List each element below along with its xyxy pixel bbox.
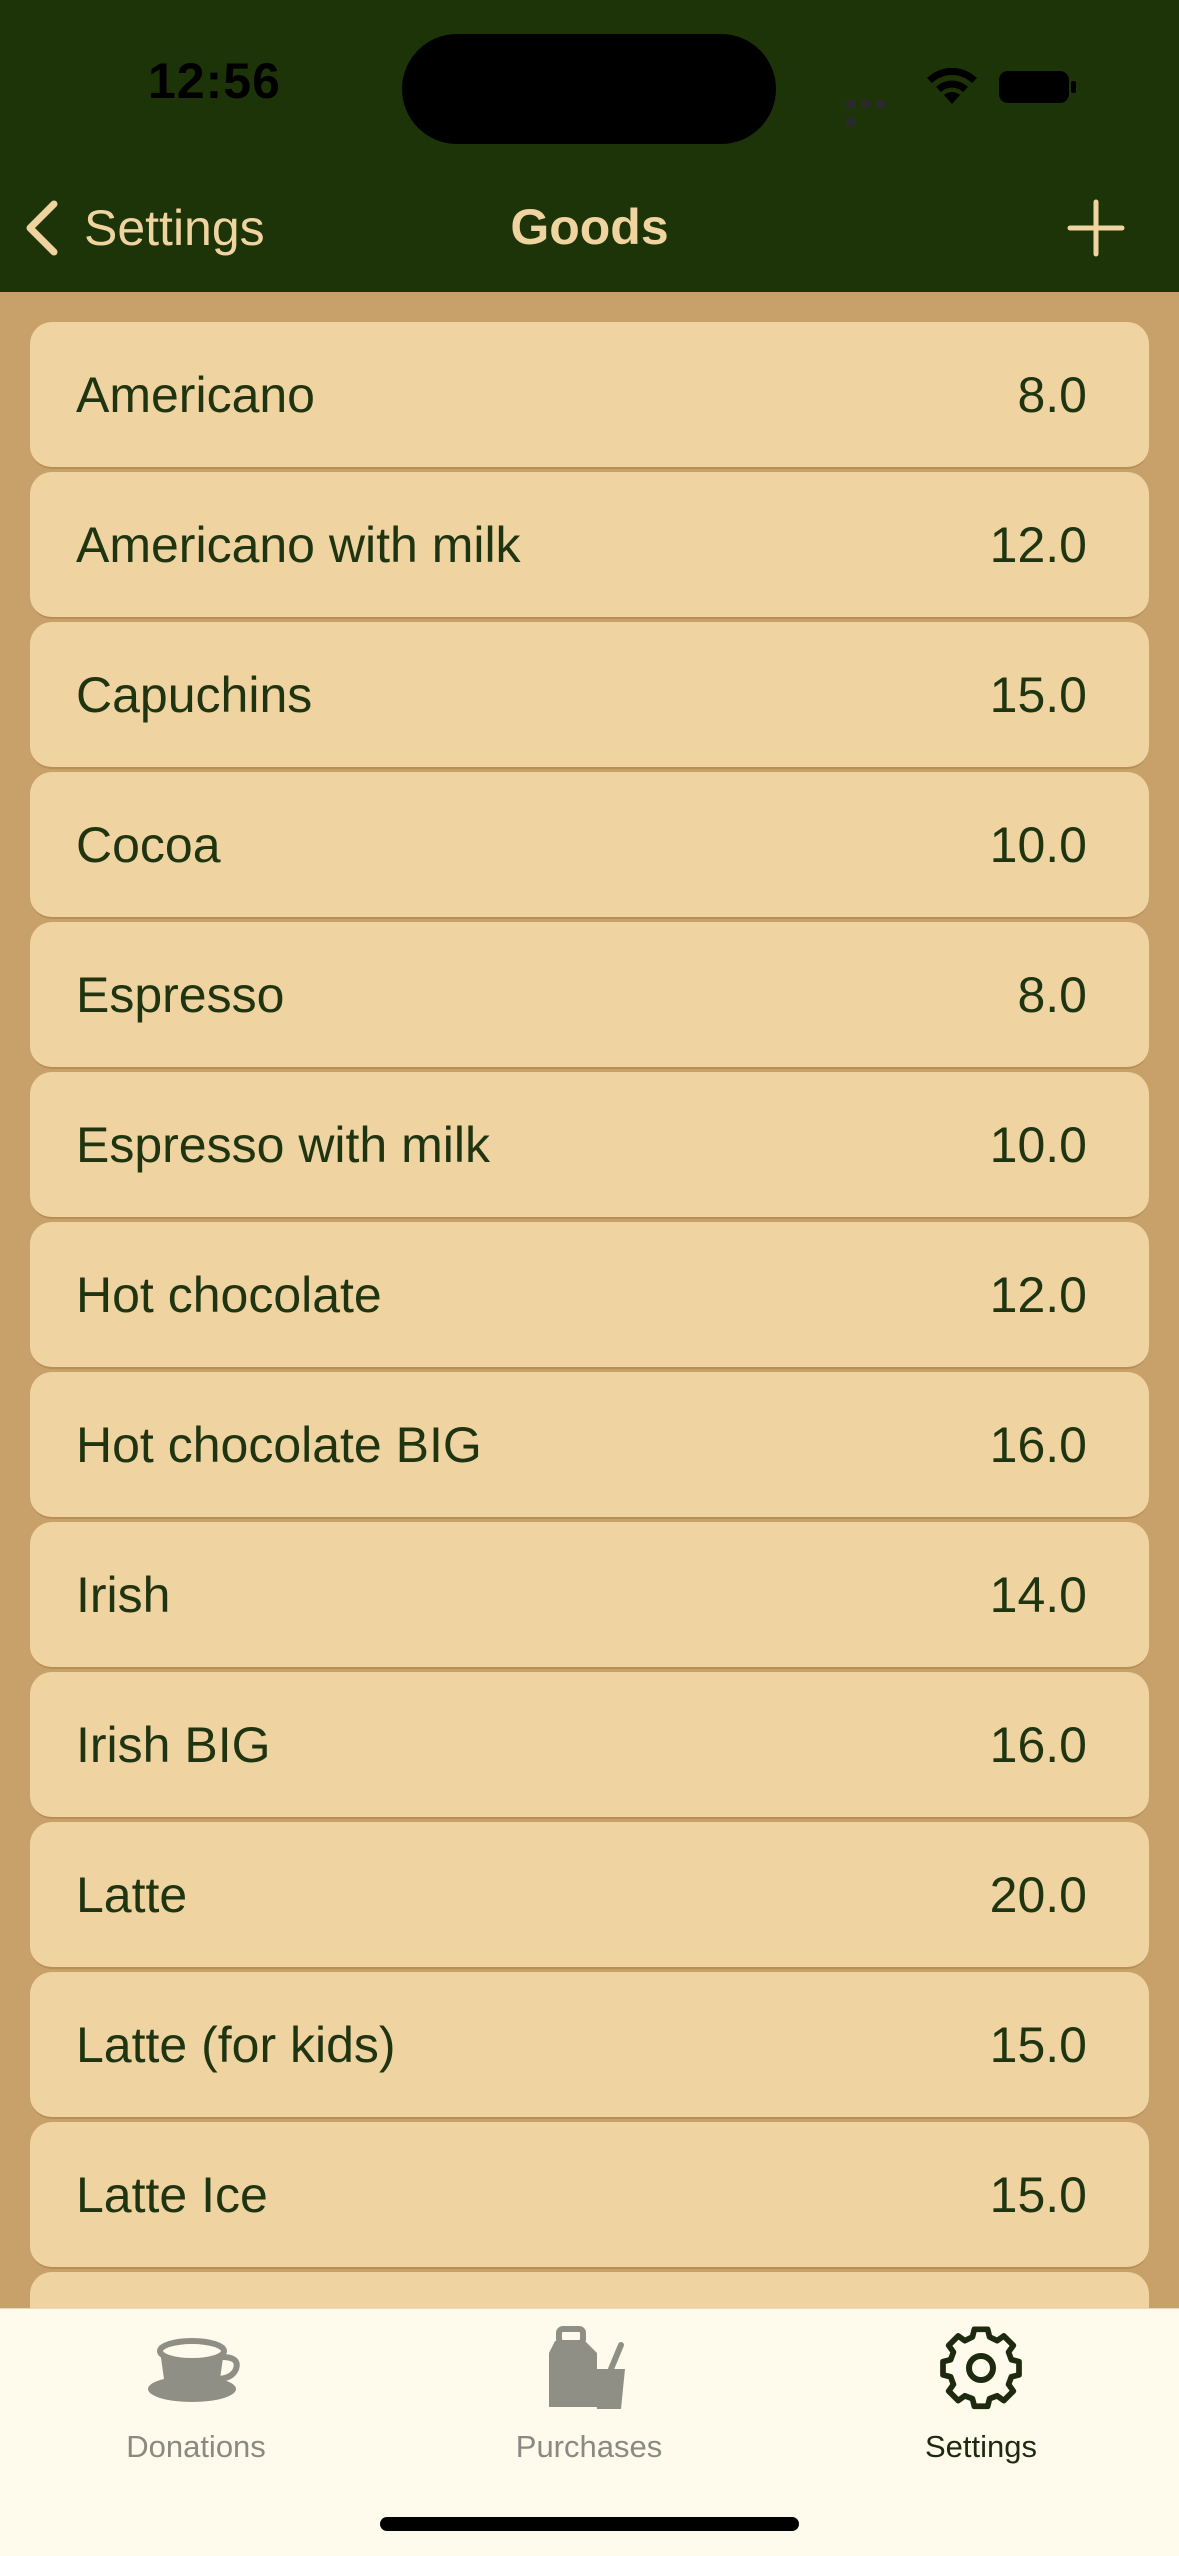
tab-settings[interactable]: Settings <box>851 2309 1111 2479</box>
dynamic-island <box>402 34 776 144</box>
tab-bar: Donations Purchases Settings <box>0 2308 1179 2556</box>
goods-item[interactable]: Americano with milk 12.0 <box>30 472 1149 619</box>
goods-list: Americano 8.0 Americano with milk 12.0 C… <box>30 322 1149 2422</box>
goods-item-price: 14.0 <box>989 1566 1087 1623</box>
tab-purchases[interactable]: Purchases <box>459 2309 719 2479</box>
goods-item-name: Cocoa <box>76 816 221 873</box>
goods-item[interactable]: Cocoa 10.0 <box>30 772 1149 919</box>
goods-item[interactable]: Espresso with milk 10.0 <box>30 1072 1149 1219</box>
status-time: 12:56 <box>148 53 281 109</box>
goods-item[interactable]: Latte 20.0 <box>30 1822 1149 1969</box>
cellular-signal-icon <box>846 96 904 127</box>
goods-item-name: Espresso with milk <box>76 1116 490 1173</box>
tab-label: Donations <box>126 2429 266 2464</box>
goods-item-price: 16.0 <box>989 1416 1087 1473</box>
goods-item[interactable]: Capuchins 15.0 <box>30 622 1149 769</box>
goods-item[interactable]: Americano 8.0 <box>30 322 1149 469</box>
page-title: Goods <box>510 199 669 255</box>
goods-item[interactable]: Irish 14.0 <box>30 1522 1149 1669</box>
goods-item-price: 12.0 <box>989 516 1087 573</box>
goods-item[interactable]: Latte Ice 15.0 <box>30 2122 1149 2269</box>
goods-item-price: 15.0 <box>989 666 1087 723</box>
tab-donations[interactable]: Donations <box>66 2309 326 2479</box>
goods-item-name: Americano with milk <box>76 516 521 573</box>
navigation-header: 12:56 Settings Goods <box>0 0 1179 292</box>
add-button[interactable] <box>1066 198 1126 258</box>
goods-item-name: Latte (for kids) <box>76 2016 396 2073</box>
goods-item-name: Irish <box>76 1566 171 1623</box>
coffee-cup-icon <box>148 2338 240 2402</box>
gear-icon <box>940 2326 1022 2410</box>
goods-item-name: Latte <box>76 1866 188 1923</box>
goods-item-name: Irish BIG <box>76 1716 271 1773</box>
goods-item-name: Hot chocolate <box>76 1266 382 1323</box>
goods-item-price: 15.0 <box>989 2166 1087 2223</box>
goods-item[interactable]: Espresso 8.0 <box>30 922 1149 1069</box>
goods-item-price: 12.0 <box>989 1266 1087 1323</box>
goods-item[interactable]: Hot chocolate BIG 16.0 <box>30 1372 1149 1519</box>
goods-item-price: 8.0 <box>1017 366 1087 423</box>
goods-item[interactable]: Hot chocolate 12.0 <box>30 1222 1149 1369</box>
goods-item-price: 15.0 <box>989 2016 1087 2073</box>
goods-item-name: Americano <box>76 366 315 423</box>
wifi-icon <box>927 67 977 104</box>
goods-screen: 12:56 Settings Goods Americano 8.0 Ameri… <box>0 0 1179 2556</box>
goods-item-name: Hot chocolate BIG <box>76 1416 482 1473</box>
shopping-bag-icon <box>549 2326 625 2409</box>
goods-item-price: 8.0 <box>1017 966 1087 1023</box>
goods-item-name: Espresso <box>76 966 285 1023</box>
home-indicator <box>380 2517 799 2531</box>
goods-item-name: Capuchins <box>76 666 313 723</box>
tab-label: Settings <box>924 2429 1037 2464</box>
tab-label: Purchases <box>515 2429 663 2464</box>
battery-icon <box>999 71 1076 103</box>
goods-item[interactable]: Irish BIG 16.0 <box>30 1672 1149 1819</box>
goods-item-price: 10.0 <box>989 816 1087 873</box>
goods-item-price: 20.0 <box>989 1866 1087 1923</box>
goods-item[interactable]: Latte (for kids) 15.0 <box>30 1972 1149 2119</box>
goods-item-price: 10.0 <box>989 1116 1087 1173</box>
goods-item-name: Latte Ice <box>76 2166 268 2223</box>
goods-item-price: 16.0 <box>989 1716 1087 1773</box>
